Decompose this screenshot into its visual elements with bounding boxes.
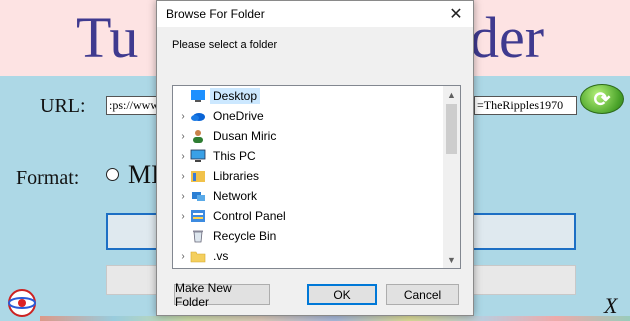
tree-item-recycle-bin[interactable]: Recycle Bin [173, 226, 443, 246]
tree-item-label: Libraries [213, 169, 260, 183]
url-input-end[interactable]: =TheRipples1970 [474, 96, 577, 115]
computer-icon [190, 149, 206, 162]
format-option-label: MI [128, 160, 160, 189]
folder-tree[interactable]: Desktop › OneDrive › Dusan Miric › This … [172, 85, 461, 269]
libraries-icon [191, 171, 205, 182]
chevron-right-icon[interactable]: › [176, 251, 190, 262]
tree-item-onedrive[interactable]: › OneDrive [173, 106, 443, 126]
download-field[interactable] [106, 213, 158, 250]
tree-item-vs[interactable]: › .vs [173, 246, 443, 266]
user-icon [193, 130, 203, 143]
network-icon [192, 192, 205, 201]
app-logo-icon [8, 289, 36, 317]
desktop-icon [191, 90, 205, 102]
chevron-right-icon[interactable]: › [176, 211, 190, 222]
chevron-right-icon[interactable]: › [176, 111, 190, 122]
tree-item-control-panel[interactable]: › Control Panel [173, 206, 443, 226]
tree-item-label: Desktop [210, 88, 261, 104]
chevron-right-icon[interactable]: › [176, 171, 190, 182]
status-field-end [474, 265, 576, 295]
control-panel-icon [191, 210, 205, 222]
chevron-right-icon[interactable]: › [176, 131, 190, 142]
chevron-right-icon[interactable]: › [176, 191, 190, 202]
refresh-icon[interactable]: ⟳ [580, 84, 624, 114]
close-icon[interactable]: ✕ [439, 1, 473, 27]
format-label: Format: [16, 167, 80, 189]
format-radio[interactable] [106, 168, 119, 181]
url-label: URL: [40, 95, 86, 117]
ok-button[interactable]: OK [307, 284, 377, 305]
tree-scrollbar[interactable]: ▲ ▼ [443, 86, 460, 268]
status-field [106, 265, 158, 295]
cancel-button[interactable]: Cancel [386, 284, 459, 305]
tree-item-label: OneDrive [213, 109, 264, 123]
tree-item-label: This PC [213, 149, 256, 163]
app-title-right: der [470, 5, 545, 70]
dialog-title: Browse For Folder [166, 7, 265, 21]
folder-icon [190, 251, 206, 263]
tree-item-dusan-miric[interactable]: › Dusan Miric [173, 126, 443, 146]
tree-item-label: .vs [213, 249, 229, 263]
dialog-titlebar[interactable]: Browse For Folder ✕ [157, 1, 473, 27]
onedrive-icon [191, 113, 205, 121]
recycle-bin-icon [193, 230, 203, 243]
taskbar-strip [40, 316, 630, 321]
scroll-thumb[interactable] [446, 104, 457, 154]
tree-item-libraries[interactable]: › Libraries [173, 166, 443, 186]
chevron-right-icon[interactable]: › [176, 151, 190, 162]
make-new-folder-button[interactable]: Make New Folder [174, 281, 270, 309]
tree-item-label: Recycle Bin [213, 229, 277, 243]
url-input[interactable]: :ps://www [106, 96, 160, 115]
dialog-prompt: Please select a folder [172, 39, 278, 51]
tree-item-label: Network [213, 189, 258, 203]
tree-item-label: Dusan Miric [213, 129, 277, 143]
scroll-down-icon[interactable]: ▼ [443, 251, 460, 268]
tree-item-network[interactable]: › Network [173, 186, 443, 206]
tree-item-desktop[interactable]: Desktop [173, 86, 443, 106]
app-title-left: Tu [76, 5, 139, 70]
tree-item-label: Control Panel [213, 209, 286, 223]
download-field-end[interactable] [474, 213, 576, 250]
scroll-up-icon[interactable]: ▲ [443, 86, 460, 103]
tree-item-this-pc[interactable]: › This PC [173, 146, 443, 166]
browse-folder-dialog: Browse For Folder ✕ Please select a fold… [156, 0, 474, 316]
